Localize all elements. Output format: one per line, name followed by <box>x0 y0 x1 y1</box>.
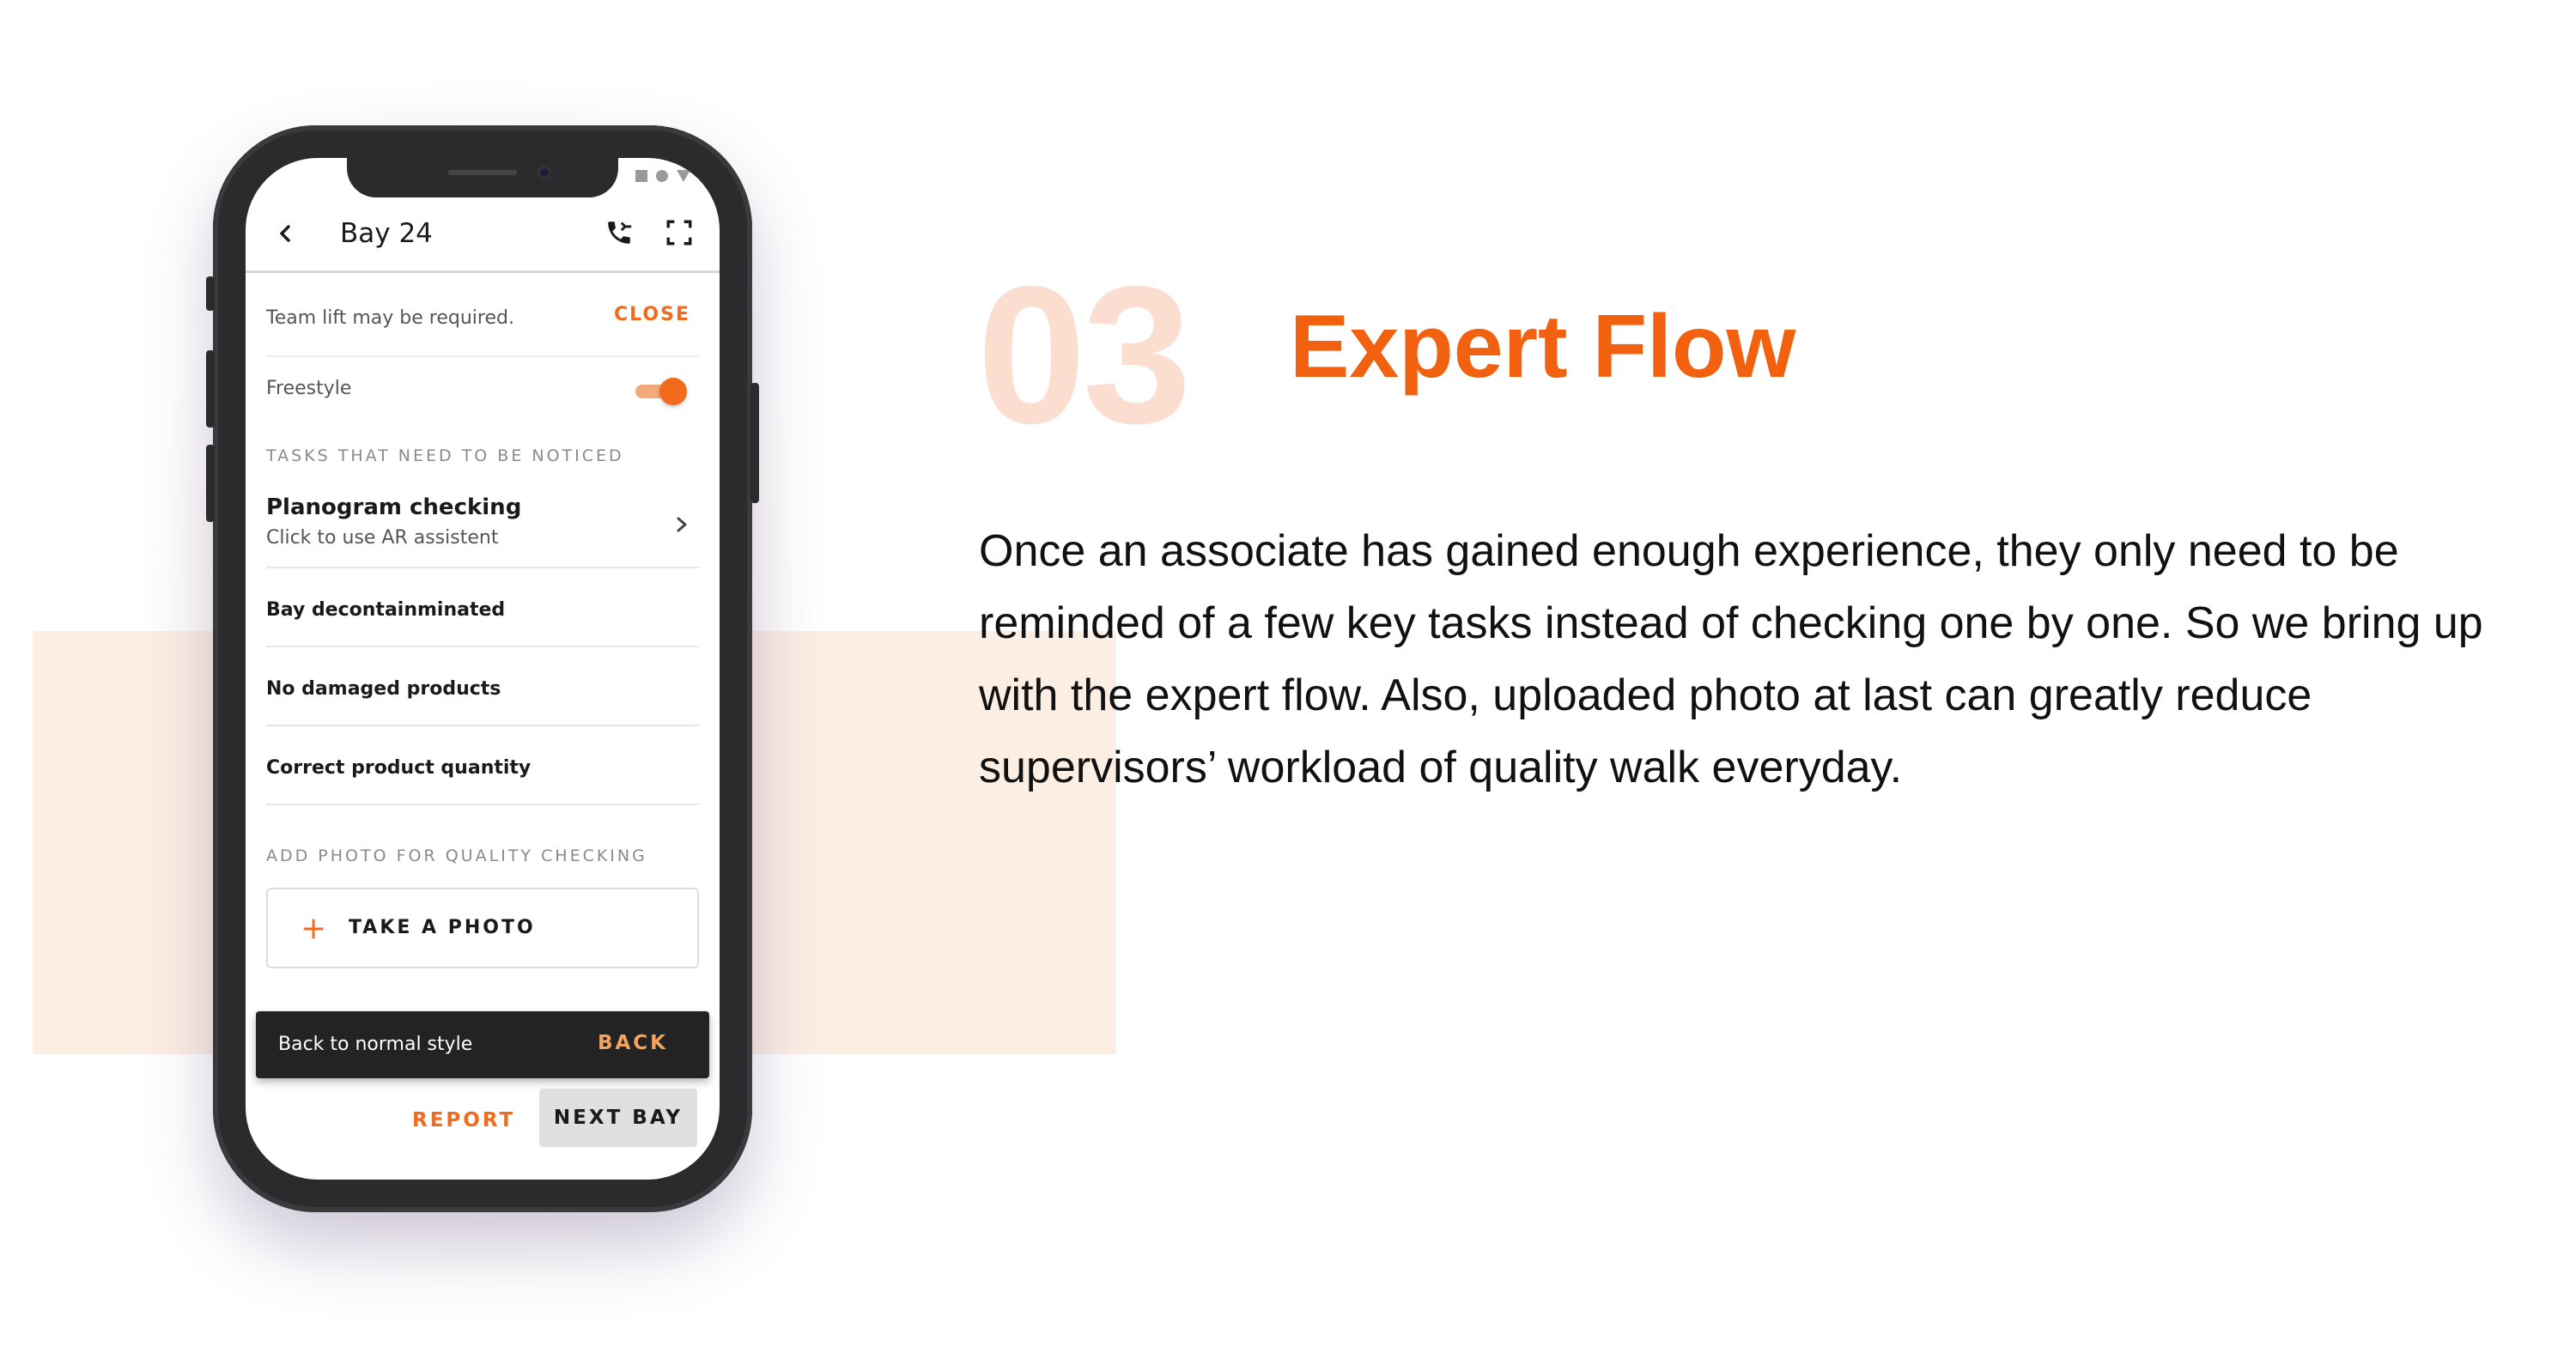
status-square-icon <box>635 170 647 182</box>
task-title: Planogram checking <box>266 494 522 520</box>
section-description: Once an associate has gained enough expe… <box>979 526 2483 792</box>
freestyle-toggle[interactable] <box>635 378 687 405</box>
photo-section-heading: ADD PHOTO FOR QUALITY CHECKING <box>266 846 647 865</box>
phone-mockup: Bay 24 Team lift may be required. CLOSE … <box>206 125 759 1212</box>
front-camera <box>538 166 551 179</box>
snackbar-text: Back to normal style <box>278 1034 473 1055</box>
page-title: Bay 24 <box>340 218 433 249</box>
back-arrow-icon[interactable] <box>273 218 297 249</box>
phone-notch <box>347 158 618 197</box>
take-photo-label: TAKE A PHOTO <box>349 917 536 938</box>
task-item-label: Bay decontainminated <box>266 599 506 621</box>
plus-icon: + <box>301 911 327 946</box>
take-photo-button[interactable]: + TAKE A PHOTO <box>266 888 699 968</box>
list-item[interactable]: Correct product quantity <box>266 726 699 805</box>
status-circle-icon <box>656 170 668 182</box>
task-item-label: Correct product quantity <box>266 757 532 779</box>
snackbar: Back to normal style BACK <box>256 1011 709 1078</box>
section-title: Expert Flow <box>1290 297 1796 397</box>
phone-side-button <box>206 276 215 311</box>
phone-power-button <box>750 383 759 503</box>
tasks-section-heading: TASKS THAT NEED TO BE NOTICED <box>266 446 624 465</box>
speaker-grille <box>448 170 517 175</box>
notice-text: Team lift may be required. <box>266 307 514 329</box>
notice-row: Team lift may be required. CLOSE <box>266 288 699 357</box>
task-planogram-checking[interactable]: Planogram checking Click to use AR assis… <box>266 489 699 568</box>
phone-volume-up-button <box>206 350 215 428</box>
status-triangle-icon <box>677 170 690 182</box>
snackbar-back-button[interactable]: BACK <box>598 1032 668 1054</box>
toggle-thumb <box>659 378 687 405</box>
fullscreen-icon[interactable] <box>665 218 694 247</box>
phone-volume-down-button <box>206 445 215 522</box>
close-button[interactable]: CLOSE <box>614 304 690 325</box>
task-item-label: No damaged products <box>266 678 501 700</box>
report-button[interactable]: REPORT <box>412 1109 515 1131</box>
chevron-right-icon <box>677 517 687 532</box>
status-bar <box>635 170 690 182</box>
freestyle-label: Freestyle <box>266 378 352 399</box>
next-bay-button[interactable]: NEXT BAY <box>539 1089 697 1147</box>
phone-screen: Bay 24 Team lift may be required. CLOSE … <box>246 158 720 1180</box>
freestyle-row: Freestyle <box>266 357 699 426</box>
task-subtitle: Click to use AR assistent <box>266 527 499 549</box>
section-number: 03 <box>977 246 1192 464</box>
phone-forward-icon[interactable] <box>605 218 634 247</box>
list-item[interactable]: Bay decontainminated <box>266 568 699 647</box>
list-item[interactable]: No damaged products <box>266 647 699 726</box>
app-bar: Bay 24 <box>246 197 720 273</box>
